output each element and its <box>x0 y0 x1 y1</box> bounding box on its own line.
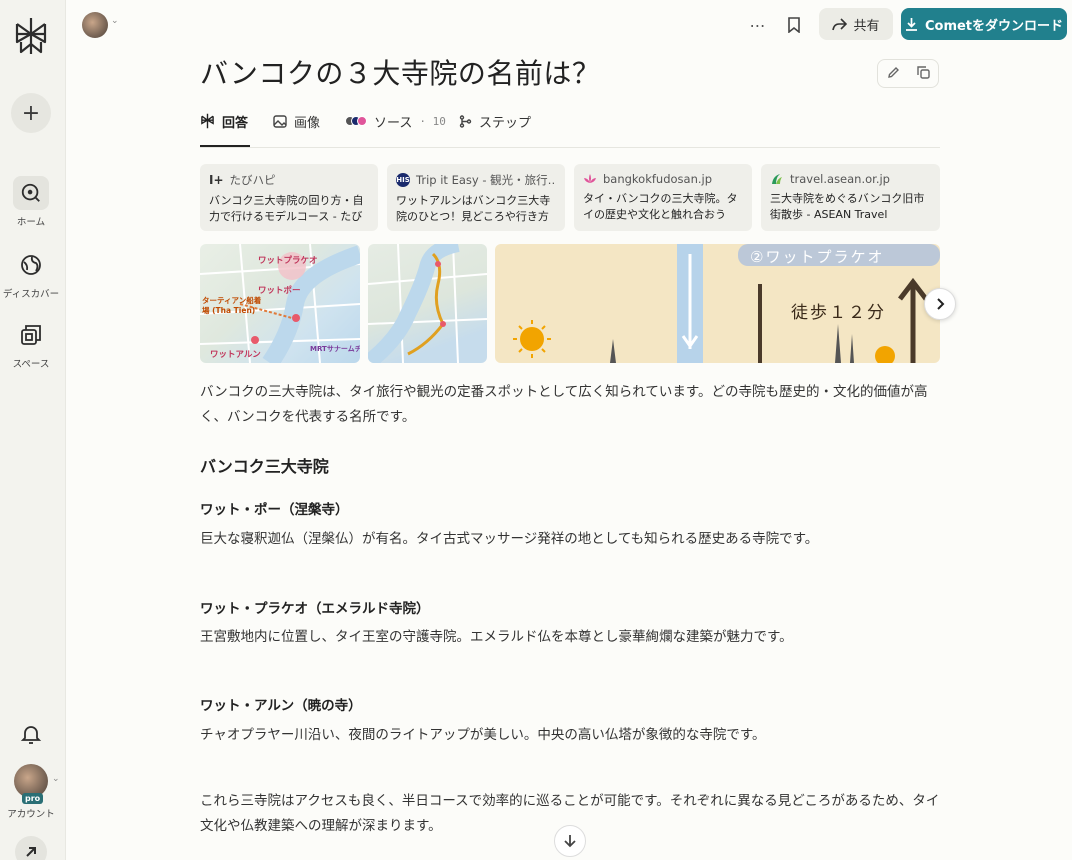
temple-name: ワット・ポー（涅槃寺） <box>200 502 349 518</box>
new-thread-button[interactable]: + <box>11 93 51 133</box>
source-site: travel.asean.or.jp <box>790 172 890 186</box>
source-count: · 10 <box>419 114 446 128</box>
temple-description: 巨大な寝釈迦仏（涅槃仏）が有名。タイ古式マッサージ発祥の地としても知られる歴史あ… <box>200 531 819 547</box>
chevron-down-icon[interactable]: ⌄ <box>111 16 119 26</box>
tab-sources[interactable]: ソース · 10 <box>345 110 446 132</box>
map-label: ワットプラケオ <box>258 256 318 266</box>
expand-sidebar-button[interactable] <box>15 836 47 860</box>
download-comet-button[interactable]: Cometをダウンロード <box>901 8 1067 40</box>
sidebar: + ホーム ディスカバー スペース pro ⌄ アカウント <box>0 0 66 860</box>
active-tab-indicator <box>200 145 250 147</box>
edit-icon[interactable] <box>887 64 900 83</box>
chevron-down-icon: ⌄ <box>52 774 60 784</box>
sidebar-item-discover[interactable]: ディスカバー <box>0 248 62 300</box>
map-label: ワットポー <box>258 286 301 296</box>
tab-label: 回答 <box>222 115 249 131</box>
avatar[interactable] <box>82 12 108 38</box>
search-icon <box>13 176 49 210</box>
tab-images[interactable]: 画像 <box>273 110 320 132</box>
lotus-icon <box>583 172 597 186</box>
source-card[interactable]: I+ たびハピ バンコク三大寺院の回り方・自力で行けるモデルコース - たびハピ <box>200 164 378 231</box>
share-label: 共有 <box>853 18 880 34</box>
map-roads <box>368 244 487 363</box>
steps-icon <box>459 114 472 128</box>
download-label: Cometをダウンロード <box>924 18 1064 34</box>
source-site: bangkokfudosan.jp <box>603 172 713 186</box>
perplexity-icon <box>201 113 214 129</box>
copy-icon[interactable] <box>916 64 930 83</box>
avatar: pro <box>14 764 48 804</box>
pro-badge: pro <box>22 793 44 804</box>
source-site: たびハピ <box>229 173 276 187</box>
source-favicons <box>345 116 367 126</box>
tabihapi-icon: I+ <box>209 173 224 187</box>
answer-tabs: 回答 画像 ソース · 10 ステップ <box>200 110 940 148</box>
sidebar-item-label: ホーム <box>16 217 46 228</box>
tab-label: ソース <box>374 115 413 131</box>
perplexity-logo-icon[interactable] <box>13 16 49 56</box>
temple-name: ワット・アルン（暁の寺） <box>200 698 362 714</box>
arrow-down-icon <box>564 835 576 848</box>
source-title: ワットアルンはバンコク三大寺院のひとつ！見どころや行き方 … <box>396 194 551 223</box>
plus-icon: + <box>21 100 41 126</box>
source-card[interactable]: bangkokfudosan.jp タイ・バンコクの三大寺院。タイの歴史や文化と… <box>574 164 752 231</box>
map-label: ワットアルン <box>210 350 261 360</box>
page-title: バンコクの３大寺院の名前は？ <box>200 57 601 90</box>
source-title: 三大寺院をめぐるバンコク旧市街散歩 - ASEAN Travel <box>770 192 925 221</box>
image-map-temples[interactable]: ワットプラケオ ワットポー ターティアン船着場 (Tha Tien) MRTサナ… <box>200 244 360 363</box>
bookmark-icon <box>788 17 800 33</box>
banner-text: 徒歩１２分 <box>791 303 886 323</box>
map-label: MRTサナームチャイ <box>310 345 360 353</box>
globe-icon <box>13 248 49 282</box>
bell-icon[interactable] <box>19 722 43 746</box>
account-label: アカウント <box>7 809 55 820</box>
answer-intro: バンコクの三大寺院は、タイ旅行や観光の定番スポットとして広く知られています。どの… <box>200 384 928 425</box>
map-label: ターティアン船着場 (Tha Tien) <box>202 296 262 315</box>
next-images-button[interactable] <box>924 288 956 320</box>
chevron-right-icon <box>937 298 945 310</box>
bookmark-button[interactable] <box>781 12 807 38</box>
temple-description: 王宮敷地内に位置し、タイ王室の守護寺院。エメラルド仏を本尊とし豪華絢爛な建築が魅… <box>200 629 793 645</box>
more-options-button[interactable]: ⋯ <box>745 12 771 38</box>
download-icon <box>905 18 917 31</box>
arrow-up-right-icon <box>26 847 36 857</box>
tab-label: 画像 <box>294 115 321 131</box>
tab-steps[interactable]: ステップ <box>459 110 531 132</box>
source-card[interactable]: travel.asean.or.jp 三大寺院をめぐるバンコク旧市街散歩 - A… <box>761 164 940 231</box>
more-icon: ⋯ <box>749 15 767 35</box>
tab-answer[interactable]: 回答 <box>200 110 248 132</box>
answer-intro-block: バンコクの三大寺院は、タイ旅行や観光の定番スポットとして広く知られています。どの… <box>200 380 942 430</box>
account-menu[interactable]: pro ⌄ アカウント <box>0 764 62 820</box>
sidebar-item-label: スペース <box>12 359 50 370</box>
image-map-route[interactable] <box>368 244 487 363</box>
source-site: Trip it Easy - 観光・旅行… <box>416 173 556 187</box>
sidebar-item-spaces[interactable]: スペース <box>0 318 62 370</box>
sidebar-item-label: ディスカバー <box>2 289 60 300</box>
scroll-down-button[interactable] <box>554 825 586 857</box>
share-icon <box>832 17 848 30</box>
banner-header: ②ワットプラケオ <box>750 248 885 266</box>
section-heading: バンコク三大寺院 <box>200 457 329 476</box>
tab-label: ステップ <box>479 115 532 131</box>
title-actions <box>877 59 939 88</box>
source-title: タイ・バンコクの三大寺院。タイの歴史や文化と触れ合おう <box>583 192 738 221</box>
image-walking-banner[interactable]: ②ワットプラケオ 徒歩１２分 <box>495 244 940 363</box>
share-button[interactable]: 共有 <box>819 8 893 40</box>
sidebar-item-home[interactable]: ホーム <box>0 176 62 228</box>
image-icon <box>273 114 287 128</box>
temple-name: ワット・プラケオ（エメラルド寺院） <box>200 601 430 617</box>
temple-description: チャオプラヤー川沿い、夜間のライトアップが美しい。中央の高い仏塔が象徴的な寺院で… <box>200 727 766 743</box>
asean-icon <box>770 172 784 186</box>
spaces-icon <box>13 318 49 352</box>
his-icon: HIS <box>396 173 410 187</box>
source-card[interactable]: HIS Trip it Easy - 観光・旅行… ワットアルンはバンコク三大寺… <box>387 164 565 231</box>
source-title: バンコク三大寺院の回り方・自力で行けるモデルコース - たびハピ <box>209 194 364 223</box>
